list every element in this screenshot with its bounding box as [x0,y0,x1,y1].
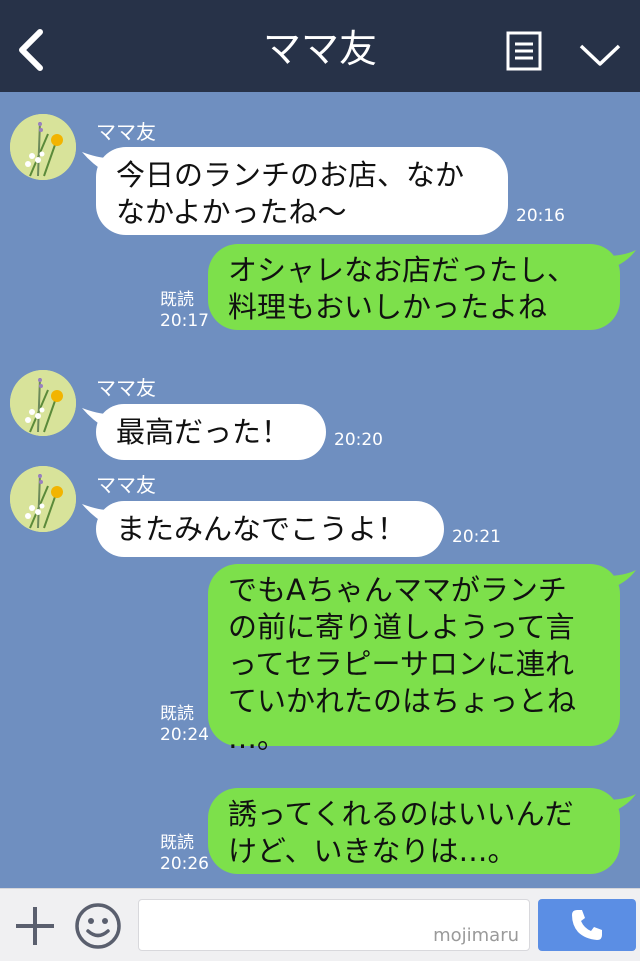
message-text: なかよかったね〜 [116,195,347,229]
flower-avatar-icon [10,370,76,436]
message-time: 20:20 [334,430,383,450]
flower-avatar-icon [10,466,76,532]
call-button[interactable] [538,899,636,951]
sender-name: ママ友 [96,120,156,144]
sender-name: ママ友 [96,473,156,497]
message-bubble-outgoing[interactable]: オシャレなお店だったし、 料理もおいしかったよね [208,244,620,330]
message-text: 最高だった！ [116,415,291,449]
chat-header: ママ友 [0,0,640,92]
bubble-tail [606,794,636,814]
menu-list-icon[interactable] [506,31,542,71]
message-text: 料理もおいしかったよね [228,290,548,324]
message-text: でもAちゃんママがランチ [228,573,567,607]
message-time: 20:24 [160,725,209,745]
read-receipt: 既読 [160,290,194,310]
bubble-tail [606,570,636,590]
message-bubble-outgoing[interactable]: 誘ってくれるのはいいんだ けど、いきなりは…。 [208,788,620,874]
message-bubble-incoming[interactable]: 最高だった！ [96,404,326,460]
smiley-icon[interactable] [74,902,122,950]
watermark: mojimaru [433,925,519,946]
message-text: けど、いきなりは…。 [228,834,517,868]
message-time: 20:21 [452,527,501,547]
flower-avatar-icon [10,114,76,180]
avatar[interactable] [10,466,76,532]
input-bar: mojimaru [0,888,640,961]
message-text: 今日のランチのお店、なか [116,158,465,192]
message-time: 20:26 [160,854,209,874]
message-text: ってセラピーサロンに連れ [228,647,574,681]
message-text: ていかれたのはちょっとね [228,684,577,718]
message-text: 誘ってくれるのはいいんだ [228,797,574,831]
chevron-down-icon[interactable] [578,40,622,68]
sender-name: ママ友 [96,376,156,400]
avatar[interactable] [10,370,76,436]
message-bubble-incoming[interactable]: 今日のランチのお店、なか なかよかったね〜 [96,147,508,235]
message-input[interactable]: mojimaru [138,899,530,951]
message-text: の前に寄り道しようって言 [228,610,575,644]
message-text: …。 [228,721,287,755]
message-time: 20:17 [160,311,209,331]
read-receipt: 既読 [160,704,194,724]
message-bubble-outgoing[interactable]: でもAちゃんママがランチ の前に寄り道しようって言 ってセラピーサロンに連れ て… [208,564,620,755]
read-receipt: 既読 [160,833,194,853]
message-bubble-incoming[interactable]: またみんなでこうよ！ [96,501,444,557]
chat-title: ママ友 [262,27,377,71]
bubble-tail [606,250,636,270]
message-time: 20:16 [516,206,565,226]
message-text: オシャレなお店だったし、 [228,253,577,287]
chat-area[interactable]: ママ友 今日のランチのお店、なか なかよかったね〜 20:16 既読 20:17… [0,92,640,888]
message-text: またみんなでこうよ！ [116,512,407,546]
avatar[interactable] [10,114,76,180]
phone-icon [572,910,602,940]
plus-icon[interactable] [14,905,56,947]
